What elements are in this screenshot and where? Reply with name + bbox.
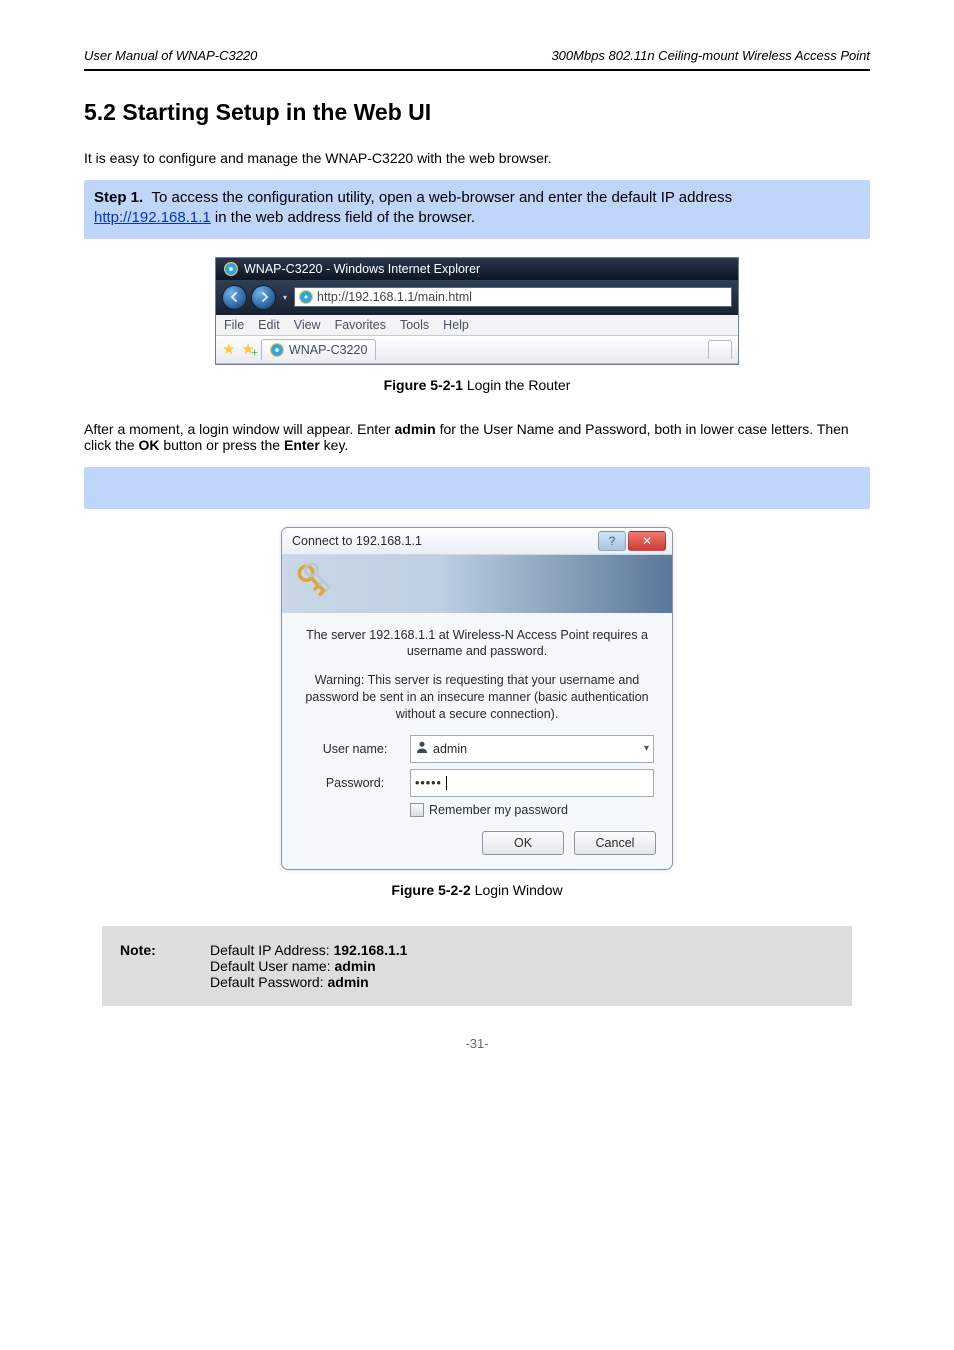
menu-favorites[interactable]: Favorites	[335, 318, 386, 332]
figure-1-caption: Figure 5-2-1 Login the Router	[84, 377, 870, 393]
help-button[interactable]: ?	[598, 531, 626, 551]
ip-link[interactable]: http://192.168.1.1	[94, 209, 211, 226]
url-text: http://192.168.1.1/main.html	[317, 290, 472, 304]
username-value: admin	[433, 742, 467, 756]
menu-edit[interactable]: Edit	[258, 318, 280, 332]
back-button[interactable]	[222, 285, 247, 310]
browser-title-text: WNAP-C3220 - Windows Internet Explorer	[244, 262, 480, 276]
dialog-banner	[282, 555, 672, 613]
url-field[interactable]: http://192.168.1.1/main.html	[294, 287, 732, 307]
dialog-titlebar: Connect to 192.168.1.1 ? ✕	[282, 528, 672, 555]
blue-spacer-box	[84, 467, 870, 509]
user-icon	[415, 740, 429, 757]
username-field[interactable]: admin	[410, 735, 654, 763]
password-field[interactable]: •••••	[410, 769, 654, 797]
remember-label: Remember my password	[429, 803, 568, 817]
header-left: User Manual of WNAP-C3220	[84, 48, 257, 63]
password-label: Password:	[300, 776, 410, 790]
browser-menu-bar: File Edit View Favorites Tools Help	[216, 315, 738, 336]
page-header: User Manual of WNAP-C3220 300Mbps 802.11…	[84, 48, 870, 63]
favorites-star-icon[interactable]: ★	[222, 340, 235, 358]
nav-dropdown[interactable]: ▾	[280, 286, 290, 308]
add-favorites-icon[interactable]: ★+	[241, 340, 254, 358]
figure-2-number: Figure 5-2-2	[391, 882, 470, 898]
note-body: Default IP Address: 192.168.1.1 Default …	[210, 942, 407, 990]
close-button[interactable]: ✕	[628, 531, 666, 551]
tab-row: ★ ★+ WNAP-C3220	[216, 336, 738, 364]
figure-1-number: Figure 5-2-1	[384, 377, 463, 393]
dialog-title-text: Connect to 192.168.1.1	[292, 534, 422, 548]
step-1-label: Step 1.	[94, 189, 143, 206]
dialog-paragraph-2: Warning: This server is requesting that …	[300, 672, 654, 723]
new-tab-button[interactable]	[708, 340, 732, 359]
forward-button[interactable]	[251, 285, 276, 310]
remember-checkbox[interactable]	[410, 803, 424, 817]
url-favicon-icon	[299, 290, 313, 304]
header-rule	[84, 69, 870, 71]
step-1-box: Step 1. To access the configuration util…	[84, 180, 870, 239]
between-paragraph: After a moment, a login window will appe…	[84, 421, 870, 453]
menu-tools[interactable]: Tools	[400, 318, 429, 332]
browser-nav-row: ▾ http://192.168.1.1/main.html	[216, 280, 738, 315]
note-box: Note: Default IP Address: 192.168.1.1 De…	[102, 926, 852, 1006]
auth-dialog: Connect to 192.168.1.1 ? ✕ The ser	[281, 527, 673, 870]
keys-icon	[294, 561, 336, 606]
figure-2-caption: Figure 5-2-2 Login Window	[84, 882, 870, 898]
intro-paragraph: It is easy to configure and manage the W…	[84, 150, 870, 166]
section-heading: 5.2 Starting Setup in the Web UI	[84, 99, 870, 126]
ie-icon	[224, 262, 238, 276]
figure-2-caption-text: Login Window	[471, 882, 563, 898]
step-1-text-before: To access the configuration utility, ope…	[152, 189, 733, 206]
username-label: User name:	[300, 742, 410, 756]
page-number: -31-	[84, 1036, 870, 1051]
browser-window: WNAP-C3220 - Windows Internet Explorer ▾…	[215, 257, 739, 365]
tab-title: WNAP-C3220	[289, 343, 368, 357]
cancel-button[interactable]: Cancel	[574, 831, 656, 855]
menu-view[interactable]: View	[294, 318, 321, 332]
note-label: Note:	[120, 942, 180, 958]
password-value: •••••	[415, 776, 442, 790]
figure-2: Connect to 192.168.1.1 ? ✕ The ser	[84, 527, 870, 870]
header-right: 300Mbps 802.11n Ceiling-mount Wireless A…	[551, 48, 870, 63]
figure-1: WNAP-C3220 - Windows Internet Explorer ▾…	[84, 257, 870, 365]
menu-file[interactable]: File	[224, 318, 244, 332]
browser-tab[interactable]: WNAP-C3220	[261, 339, 377, 360]
ok-button[interactable]: OK	[482, 831, 564, 855]
browser-titlebar: WNAP-C3220 - Windows Internet Explorer	[216, 258, 738, 280]
tab-favicon-icon	[270, 343, 284, 357]
step-1-text-after: in the web address field of the browser.	[211, 209, 475, 226]
dialog-body: The server 192.168.1.1 at Wireless-N Acc…	[282, 613, 672, 827]
dialog-paragraph-1: The server 192.168.1.1 at Wireless-N Acc…	[300, 627, 654, 661]
figure-1-caption-text: Login the Router	[463, 377, 570, 393]
menu-help[interactable]: Help	[443, 318, 469, 332]
